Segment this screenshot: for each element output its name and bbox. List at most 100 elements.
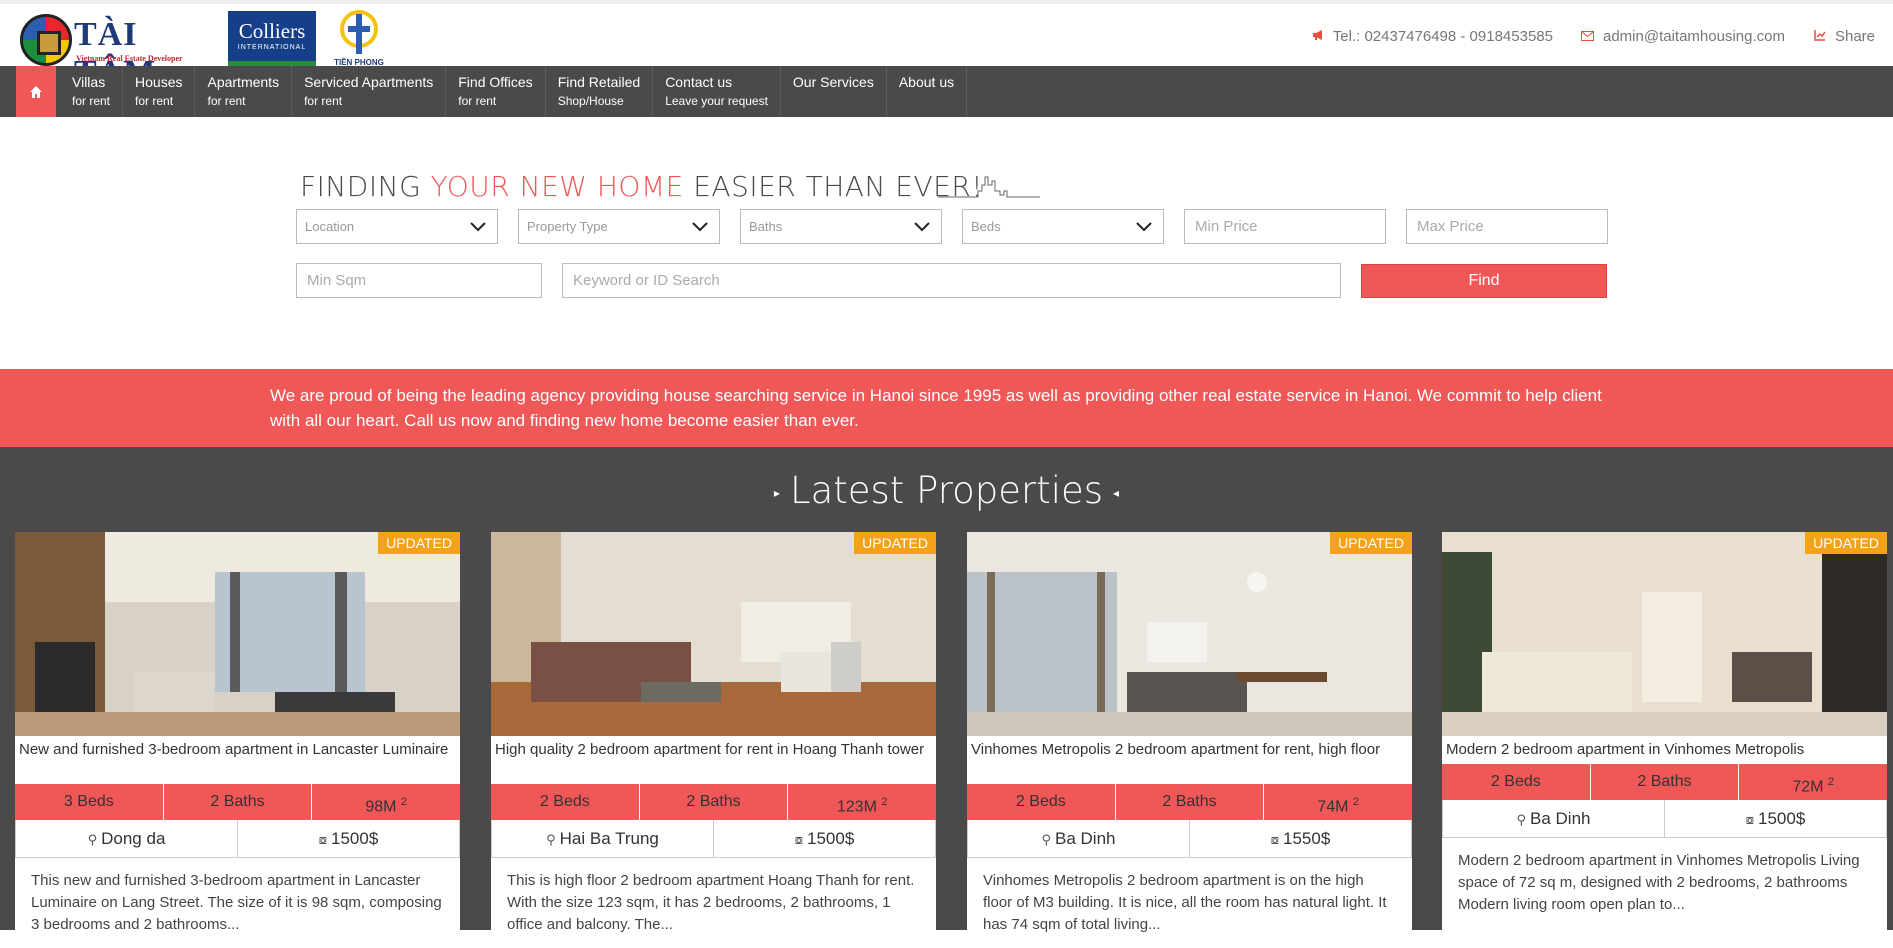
chevron-down-icon [914,222,930,232]
nav-label: Apartments [207,74,280,90]
map-pin-icon: ⚲ [1516,812,1527,827]
property-photo[interactable]: UPDATED [15,532,460,736]
property-title[interactable]: New and furnished 3-bedroom apartment in… [15,736,460,784]
area-number: 74M [1317,798,1349,816]
nav-home-button[interactable] [16,66,56,117]
min-sqm-input[interactable]: Min Sqm [296,263,542,298]
nav-houses[interactable]: Houses for rent [123,66,196,117]
property-description: This is high floor 2 bedroom apartment H… [507,872,915,933]
nav-our-services[interactable]: Our Services [781,66,887,117]
property-card[interactable]: UPDATED High quality 2 bedroom apartment… [491,532,936,933]
taitam-logo[interactable]: TÀI TÂM Vietnam Real Estate Developer [20,12,200,91]
beds-select[interactable]: Beds [962,209,1164,244]
location-text: Ba Dinh [1530,809,1591,828]
nav-sublabel: for rent [135,94,174,108]
latest-title: Latest Properties [789,469,1104,512]
property-description: Vinhomes Metropolis 2 bedroom apartment … [983,872,1387,933]
nav-apartments[interactable]: Apartments for rent [195,66,293,117]
baths-count: 2 Baths [640,784,789,820]
property-stats: 3 Beds 2 Baths 98M 2 [15,784,460,820]
colliers-logo[interactable]: Colliers INTERNATIONAL [228,11,316,67]
beds-count: 2 Beds [967,784,1116,820]
property-price: ⧇ 1500$ [238,820,459,857]
chevron-down-icon [470,222,486,232]
beds-count: 3 Beds [15,784,164,820]
location-text: Hai Ba Trung [559,829,659,848]
property-stats: 2 Beds 2 Baths 72M 2 [1442,764,1887,800]
property-location: ⚲ Ba Dinh [1443,800,1665,837]
nav-label: About us [898,74,955,90]
phone-contact[interactable]: Tel.: 02437476498 - 0918453585 [1311,28,1553,45]
nav-label: Find Offices [458,74,533,90]
min-price-input[interactable]: Min Price [1184,209,1386,244]
main-nav: Villas for rent Houses for rent Apartments… [0,66,1893,117]
nav-label: Find Retailed [557,74,641,90]
nav-sublabel: for rent [72,94,111,108]
property-location: ⚲ Hai Ba Trung [492,820,714,857]
colliers-name: Colliers [238,19,306,43]
location-select[interactable]: Location [296,209,498,244]
nav-find-offices[interactable]: Find Offices for rent [446,66,546,117]
beds-count: 2 Beds [1442,764,1591,800]
baths-select[interactable]: Baths [740,209,942,244]
max-price-input[interactable]: Max Price [1406,209,1608,244]
property-title[interactable]: Vinhomes Metropolis 2 bedroom apartment … [967,736,1412,784]
nav-contact-us[interactable]: Contact us Leave your request [653,66,781,117]
select-value: Property Type [527,219,608,234]
chevron-down-icon [692,222,708,232]
area-unit-superscript: 2 [1827,776,1835,788]
select-value: Baths [749,219,783,234]
property-photo[interactable]: UPDATED [967,532,1412,736]
property-location: ⚲ Ba Dinh [968,820,1190,857]
property-photo[interactable]: UPDATED [491,532,936,736]
property-card[interactable]: UPDATED New and furnished 3-bedroom apar… [15,532,460,933]
nav-label: Contact us [665,74,733,90]
map-pin-icon: ⚲ [546,832,556,847]
megaphone-icon [1311,29,1325,44]
nav-sublabel: for rent [304,94,343,108]
share-button[interactable]: Share [1813,28,1875,45]
envelope-icon [1581,30,1595,44]
property-meta: ⚲ Ba Dinh ⧇ 1550$ [967,820,1412,858]
beds-count: 2 Beds [491,784,640,820]
property-card[interactable]: UPDATED Vinhomes Metropolis 2 bedroom ap… [967,532,1412,933]
map-pin-icon: ⚲ [87,832,98,847]
email-contact[interactable]: admin@taitamhousing.com [1581,28,1785,45]
property-description: This new and furnished 3-bedroom apartme… [31,872,442,933]
area-unit-superscript: 2 [400,796,408,808]
select-value: Location [305,219,355,234]
map-pin-icon: ⚲ [1041,832,1052,847]
area-value: 74M 2 [1264,784,1412,820]
updated-badge: UPDATED [1805,532,1887,554]
latest-heading: ▸ Latest Properties ◂ [0,469,1893,512]
property-meta: ⚲ Ba Dinh ⧇ 1500$ [1442,800,1887,838]
nav-about-us[interactable]: About us [887,66,968,117]
property-card[interactable]: UPDATED Modern 2 bedroom apartment in Vi… [1442,532,1887,932]
keyword-search-input[interactable]: Keyword or ID Search [562,263,1341,298]
nav-label: Our Services [792,74,874,90]
property-title[interactable]: Modern 2 bedroom apartment in Vinhomes M… [1442,736,1887,764]
nav-sublabel: Shop/House [557,94,624,108]
find-button[interactable]: Find [1361,264,1607,298]
nav-find-retailed[interactable]: Find Retailed Shop/House [546,66,654,117]
area-number: 72M [1792,778,1824,796]
tienphong-logo[interactable]: TIỀN PHONG [330,10,388,68]
property-type-select[interactable]: Property Type [518,209,720,244]
logo-emblem-icon [20,14,72,66]
property-stats: 2 Beds 2 Baths 123M 2 [491,784,936,820]
arrow-left-icon: ◂ [1113,485,1120,500]
nav-villas[interactable]: Villas for rent [60,66,124,117]
nav-serviced-apartments[interactable]: Serviced Apartments for rent [292,66,447,117]
property-photo[interactable]: UPDATED [1442,532,1887,736]
area-value: 98M 2 [312,784,460,820]
area-number: 123M [836,798,877,816]
price-text: 1550$ [1283,829,1331,848]
money-icon: ⧇ [1745,812,1754,827]
logo-subtitle: Vietnam Real Estate Developer [76,54,183,63]
location-text: Ba Dinh [1055,829,1116,848]
price-text: 1500$ [807,829,855,848]
contact-bar: Tel.: 02437476498 - 0918453585 admin@tai… [1311,28,1875,45]
property-title[interactable]: High quality 2 bedroom apartment for ren… [491,736,936,784]
baths-count: 2 Baths [164,784,313,820]
latest-properties-section: ▸ Latest Properties ◂ UPDATED New and furn… [0,447,1893,933]
